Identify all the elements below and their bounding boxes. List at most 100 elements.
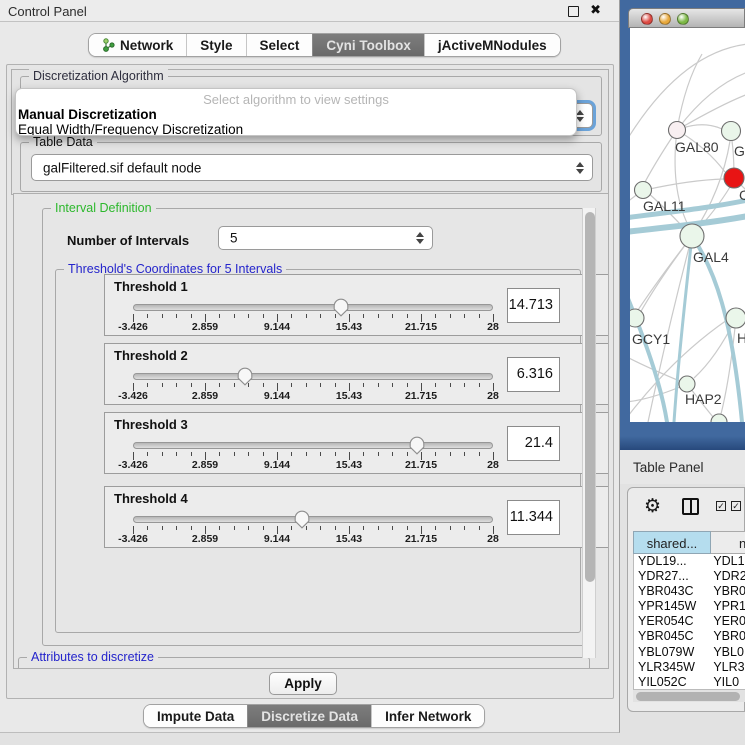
cell-shared-name: YLR345W — [634, 660, 710, 675]
table-row[interactable]: YIL052CYIL0 — [634, 675, 745, 689]
application-root: Control Panel ✖ Network Style Select Cyni T… — [0, 0, 745, 745]
tab-select[interactable]: Select — [246, 34, 313, 56]
tab-network[interactable]: Network — [89, 34, 186, 56]
threshold-label: Threshold 4 — [114, 491, 188, 506]
slider-track[interactable] — [133, 442, 493, 449]
checkbox-icon[interactable]: ✓ — [731, 501, 741, 511]
numerical-attributes-label: Numerical Attributes — [33, 667, 160, 669]
cell-name: YPR1 — [710, 599, 745, 614]
cell-name: YDL1 — [710, 554, 745, 569]
algorithm-option-equal-width[interactable]: Equal Width/Frequency Discretization — [18, 122, 243, 136]
slider-track[interactable] — [133, 516, 493, 523]
network-node[interactable] — [669, 122, 686, 139]
network-node-label: GAL11 — [643, 198, 686, 214]
column-header-name[interactable]: n — [711, 531, 745, 554]
tick-label: 2.859 — [192, 390, 218, 402]
table-hscrollbar[interactable] — [633, 689, 745, 702]
tab-discretize-data[interactable]: Discretize Data — [247, 705, 371, 727]
table-header: shared... n — [633, 531, 745, 554]
table-data-group: Table Data galFiltered.sif default node — [20, 142, 602, 192]
network-canvas[interactable]: GAL80GACGAL11GAL4GCY1HHAP2 — [630, 28, 745, 422]
attributes-group-label: Attributes to discretize — [27, 650, 158, 664]
tick-label: 2.859 — [192, 459, 218, 471]
network-node-label: H — [737, 330, 745, 346]
column-view-icon[interactable] — [682, 498, 699, 515]
network-node[interactable] — [711, 414, 727, 422]
tab-label: Cyni Toolbox — [326, 38, 411, 53]
tick-label: 28 — [487, 533, 499, 545]
tab-label: Style — [200, 38, 232, 53]
mac-close-button[interactable] — [641, 13, 653, 25]
close-icon[interactable]: ✖ — [590, 2, 601, 18]
tab-style[interactable]: Style — [186, 34, 245, 56]
table-panel: ⚙ ✓ ✓ shared... n YDL19...YDL1YDR27...YD… — [627, 487, 745, 712]
network-node[interactable] — [680, 224, 704, 248]
cell-name: YLR3 — [710, 660, 745, 675]
algorithm-option-manual[interactable]: Manual Discretization — [18, 107, 157, 122]
control-panel-title: Control Panel — [8, 4, 87, 19]
interval-definition-group: Interval Definition Number of Intervals … — [42, 208, 588, 646]
network-node[interactable] — [679, 376, 695, 392]
tab-infer-network[interactable]: Infer Network — [371, 705, 484, 727]
tab-label: Infer Network — [385, 709, 471, 724]
network-node[interactable] — [635, 182, 652, 199]
network-node[interactable] — [722, 122, 741, 141]
algorithm-dropdown-popup: Select algorithm to view settings Manual… — [15, 88, 577, 136]
slider-tick-labels: -3.4262.8599.14415.4321.71528 — [133, 390, 493, 402]
gear-icon[interactable]: ⚙ — [644, 495, 661, 518]
threshold-value-field[interactable]: 6.316 — [507, 357, 560, 392]
tab-impute-data[interactable]: Impute Data — [144, 705, 247, 727]
tick-label: 28 — [487, 459, 499, 471]
cyni-bottom-tabbar: Impute DataDiscretize Data Infer Network — [143, 704, 485, 728]
table-row[interactable]: YDR27...YDR2 — [634, 569, 745, 584]
tick-label: 2.859 — [192, 533, 218, 545]
table-panel-toolbar: ⚙ ✓ ✓ — [628, 494, 744, 522]
tick-label: 9.144 — [264, 459, 290, 471]
table-row[interactable]: YBL079WYBL0 — [634, 645, 745, 660]
table-data-combobox[interactable]: galFiltered.sif default node — [31, 154, 593, 181]
network-window-titlebar[interactable] — [628, 8, 745, 28]
tick-label: 28 — [487, 390, 499, 402]
discretization-algorithm-label: Discretization Algorithm — [29, 69, 168, 83]
cell-shared-name: YPR145W — [634, 599, 710, 614]
cell-name: YBR0 — [710, 584, 745, 599]
network-node[interactable] — [726, 308, 745, 328]
threshold-panel: Threshold 2 -3.4262.8599.14415.4321.7152… — [104, 343, 609, 405]
mac-zoom-button[interactable] — [677, 13, 689, 25]
tick-label: 15.43 — [336, 390, 362, 402]
threshold-value-field[interactable]: 11.344 — [507, 500, 560, 535]
number-of-intervals-combobox[interactable]: 5 — [218, 226, 433, 250]
network-node[interactable] — [630, 309, 644, 327]
tick-label: 21.715 — [405, 321, 437, 333]
threshold-label: Threshold 1 — [114, 279, 188, 294]
tab-cyni-toolbox[interactable]: Cyni Toolbox — [312, 34, 424, 56]
control-panel-titlebar: Control Panel ✖ — [0, 0, 619, 22]
tick-label: -3.426 — [118, 321, 148, 333]
algorithm-hint-option[interactable]: Select algorithm to view settings — [16, 92, 576, 107]
tab-jactivemnodules[interactable]: jActiveMNodules — [424, 34, 560, 56]
table-row[interactable]: YBR043CYBR0 — [634, 584, 745, 599]
apply-button[interactable]: Apply — [269, 672, 337, 695]
slider-tick-labels: -3.4262.8599.14415.4321.71528 — [133, 459, 493, 471]
float-window-icon[interactable] — [568, 6, 579, 17]
panel-scrollbar-thumb[interactable] — [585, 212, 595, 582]
control-panel: Control Panel ✖ Network Style Select Cyni T… — [0, 0, 620, 733]
table-row[interactable]: YDL19...YDL1 — [634, 554, 745, 569]
table-row[interactable]: YBR045CYBR0 — [634, 629, 745, 644]
cell-shared-name: YBR045C — [634, 629, 710, 644]
checkbox-icon[interactable]: ✓ — [716, 501, 726, 511]
slider-track[interactable] — [133, 304, 493, 311]
threshold-value-field[interactable]: 14.713 — [507, 288, 560, 323]
panel-scrollbar[interactable] — [582, 208, 596, 658]
table-row[interactable]: YER054CYER0 — [634, 614, 745, 629]
network-node[interactable] — [724, 168, 744, 188]
column-header-shared-name[interactable]: shared... — [633, 531, 711, 554]
table-hscrollbar-thumb[interactable] — [636, 692, 740, 701]
threshold-value-field[interactable]: 21.4 — [507, 426, 560, 461]
table-row[interactable]: YPR145WYPR1 — [634, 599, 745, 614]
table-row[interactable]: YLR345WYLR3 — [634, 660, 745, 675]
cell-name: YER0 — [710, 614, 745, 629]
slider-track[interactable] — [133, 373, 493, 380]
mac-minimize-button[interactable] — [659, 13, 671, 25]
slider-tick-labels: -3.4262.8599.14415.4321.71528 — [133, 321, 493, 333]
